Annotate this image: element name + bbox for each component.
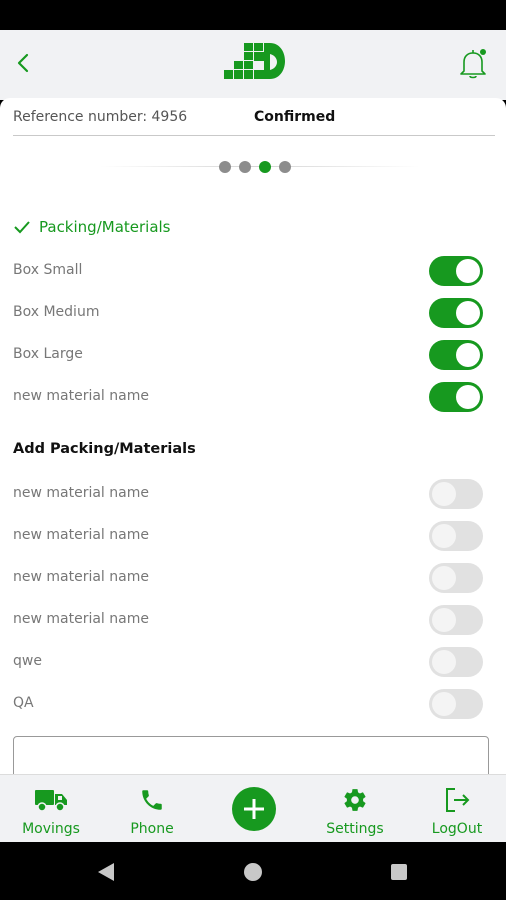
material-toggle[interactable] — [429, 689, 483, 719]
toggle-knob — [456, 259, 480, 283]
add-material-row: new material name — [0, 516, 506, 556]
system-recents-button[interactable] — [388, 861, 410, 883]
material-label: new material name — [13, 388, 149, 404]
toggle-knob — [432, 692, 456, 716]
toggle-knob — [432, 608, 456, 632]
material-toggle[interactable] — [429, 340, 483, 370]
toggle-knob — [456, 385, 480, 409]
bottom-navigation: Movings Phone Settings LogOut — [0, 774, 506, 842]
material-toggle[interactable] — [429, 256, 483, 286]
material-toggle[interactable] — [429, 382, 483, 412]
add-material-row: new material name — [0, 558, 506, 598]
status-bar — [0, 0, 506, 30]
comment-input[interactable] — [13, 736, 489, 774]
add-button[interactable] — [232, 787, 276, 831]
nav-logout[interactable]: LogOut — [426, 775, 488, 843]
material-label: QA — [13, 695, 34, 711]
toggle-knob — [456, 343, 480, 367]
material-label: Box Small — [13, 262, 83, 278]
material-row: Box Medium — [0, 293, 506, 333]
triangle-back-icon — [98, 863, 114, 881]
step-dot-3[interactable] — [259, 161, 271, 173]
check-icon — [14, 221, 30, 234]
order-status: Confirmed — [254, 109, 336, 125]
gear-icon — [344, 789, 366, 811]
plus-icon — [244, 799, 264, 819]
material-toggle[interactable] — [429, 521, 483, 551]
add-material-row: QA — [0, 684, 506, 724]
step-dot-2[interactable] — [239, 161, 251, 173]
reference-number: Reference number: 4956 — [13, 109, 188, 125]
system-back-button[interactable] — [95, 861, 117, 883]
toggle-knob — [432, 650, 456, 674]
toggle-knob — [432, 566, 456, 590]
material-toggle[interactable] — [429, 647, 483, 677]
phone-icon — [142, 790, 162, 810]
circle-home-icon — [244, 863, 262, 881]
material-label: new material name — [13, 485, 149, 501]
material-label: new material name — [13, 569, 149, 585]
bell-icon — [460, 49, 486, 79]
back-button[interactable] — [10, 50, 36, 76]
logout-icon — [446, 788, 470, 812]
material-row: new material name — [0, 377, 506, 417]
material-label: new material name — [13, 527, 149, 543]
toggle-knob — [432, 524, 456, 548]
truck-icon — [35, 790, 67, 812]
system-navigation-bar — [0, 842, 506, 900]
nav-phone[interactable]: Phone — [122, 775, 182, 843]
toggle-knob — [432, 482, 456, 506]
nav-phone-label: Phone — [130, 821, 174, 837]
packing-section-header[interactable]: Packing/Materials — [13, 216, 171, 238]
chevron-left-icon — [17, 53, 29, 73]
square-recents-icon — [391, 864, 407, 880]
nav-settings-label: Settings — [326, 821, 384, 837]
nav-logout-label: LogOut — [431, 821, 483, 837]
toggle-knob — [456, 301, 480, 325]
add-material-row: new material name — [0, 474, 506, 514]
system-home-button[interactable] — [242, 861, 264, 883]
add-material-row: new material name — [0, 600, 506, 640]
step-indicator — [0, 156, 506, 178]
material-label: qwe — [13, 653, 42, 669]
notification-button[interactable] — [456, 46, 490, 80]
material-row: Box Small — [0, 251, 506, 291]
step-dot-4[interactable] — [279, 161, 291, 173]
material-toggle[interactable] — [429, 563, 483, 593]
main-content: Reference number: 4956 Confirmed Packing… — [0, 98, 506, 774]
material-toggle[interactable] — [429, 605, 483, 635]
packing-section-title: Packing/Materials — [39, 218, 171, 236]
material-row: Box Large — [0, 335, 506, 375]
app-header — [0, 30, 506, 100]
material-toggle[interactable] — [429, 479, 483, 509]
app-logo — [224, 43, 285, 79]
material-label: Box Large — [13, 346, 83, 362]
nav-movings-label: Movings — [22, 821, 80, 837]
material-label: Box Medium — [13, 304, 100, 320]
add-materials-title: Add Packing/Materials — [13, 441, 196, 457]
nav-settings[interactable]: Settings — [322, 775, 388, 843]
material-label: new material name — [13, 611, 149, 627]
nav-movings[interactable]: Movings — [14, 775, 88, 843]
material-toggle[interactable] — [429, 298, 483, 328]
step-dot-1[interactable] — [219, 161, 231, 173]
add-material-row: qwe — [0, 642, 506, 682]
order-info-row: Reference number: 4956 Confirmed — [13, 98, 495, 136]
